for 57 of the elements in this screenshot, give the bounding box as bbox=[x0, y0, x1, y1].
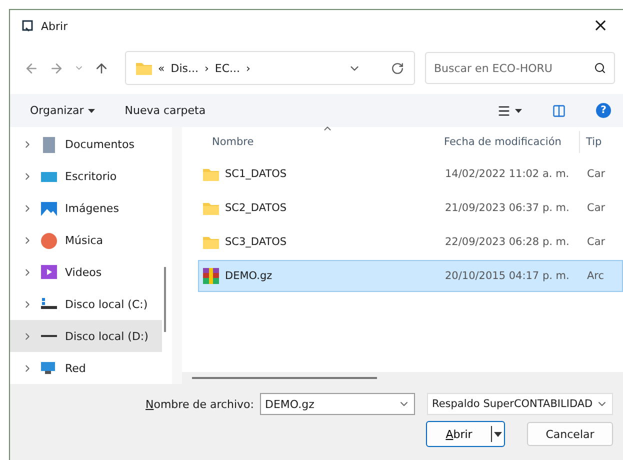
help-button[interactable]: ? bbox=[596, 103, 611, 118]
file-name: DEMO.gz bbox=[225, 270, 272, 282]
search-field[interactable]: Buscar en ECO-HORU bbox=[425, 52, 615, 84]
refresh-icon[interactable] bbox=[391, 62, 404, 74]
scrollbar-thumb[interactable] bbox=[192, 377, 377, 379]
window-icon bbox=[22, 20, 35, 32]
cancel-button[interactable]: Cancelar bbox=[527, 422, 613, 446]
filename-field[interactable]: DEMO.gz bbox=[260, 393, 415, 415]
folder-icon bbox=[136, 62, 152, 74]
search-icon bbox=[594, 62, 606, 74]
folder-icon bbox=[203, 236, 219, 248]
videos-icon bbox=[41, 264, 57, 280]
date-cell: 20/10/2015 04:17 p. m. bbox=[445, 270, 570, 282]
breadcrumb-item[interactable]: EC... bbox=[214, 62, 240, 74]
file-type-dropdown[interactable]: Respaldo SuperCONTABILIDAD bbox=[427, 393, 613, 415]
file-name: SC2_DATOS bbox=[225, 202, 287, 214]
documents-icon bbox=[41, 136, 57, 153]
breadcrumb-item[interactable]: › bbox=[246, 62, 250, 74]
file-row[interactable]: DEMO.gz 20/10/2015 04:17 p. m. Arc bbox=[198, 260, 623, 292]
address-bar[interactable]: « Dis... › EC... › bbox=[125, 51, 415, 85]
type-cell: Car bbox=[587, 168, 606, 180]
organize-menu[interactable]: Organizar bbox=[30, 104, 95, 117]
caret-icon[interactable] bbox=[515, 108, 522, 112]
folder-icon bbox=[203, 168, 219, 180]
date-cell: 14/02/2022 11:02 a. m. bbox=[445, 168, 570, 180]
date-cell: 22/09/2023 06:28 p. m. bbox=[445, 236, 570, 248]
up-icon[interactable] bbox=[94, 60, 109, 76]
scrollbar-thumb[interactable] bbox=[164, 267, 166, 332]
music-icon bbox=[41, 232, 57, 249]
file-name: SC3_DATOS bbox=[225, 236, 287, 248]
window-title: Abrir bbox=[41, 20, 69, 32]
filename-label: Nombre de archivo: bbox=[146, 398, 254, 410]
breadcrumb-item[interactable]: « bbox=[158, 62, 165, 74]
type-cell: Car bbox=[587, 236, 606, 248]
forward-icon[interactable] bbox=[49, 60, 64, 76]
new-folder-button[interactable]: Nueva carpeta bbox=[124, 104, 206, 117]
breadcrumb-item[interactable]: › bbox=[204, 62, 209, 74]
preview-pane-icon[interactable] bbox=[552, 104, 566, 118]
column-header[interactable]: Nombre bbox=[182, 131, 438, 153]
sidebar-item[interactable]: Disco local (D:) bbox=[10, 320, 162, 352]
file-name: SC1_DATOS bbox=[225, 168, 287, 180]
list-view-icon[interactable] bbox=[497, 104, 511, 118]
column-header[interactable]: Fecha de modificación bbox=[438, 131, 580, 153]
pictures-icon bbox=[41, 200, 57, 217]
archive-icon bbox=[203, 268, 219, 284]
drive-icon bbox=[41, 335, 57, 338]
breadcrumb-item[interactable]: Dis... bbox=[170, 62, 198, 74]
column-header[interactable]: Tip bbox=[580, 131, 610, 153]
type-cell: Car bbox=[587, 202, 606, 214]
caret-icon[interactable] bbox=[494, 432, 502, 436]
type-cell: Arc bbox=[587, 270, 604, 282]
folder-icon bbox=[203, 202, 219, 214]
back-icon[interactable] bbox=[24, 60, 39, 76]
close-button[interactable]: × bbox=[593, 17, 623, 35]
caret-icon bbox=[88, 108, 95, 112]
network-icon bbox=[41, 360, 57, 376]
date-cell: 21/09/2023 06:37 p. m. bbox=[445, 202, 570, 214]
